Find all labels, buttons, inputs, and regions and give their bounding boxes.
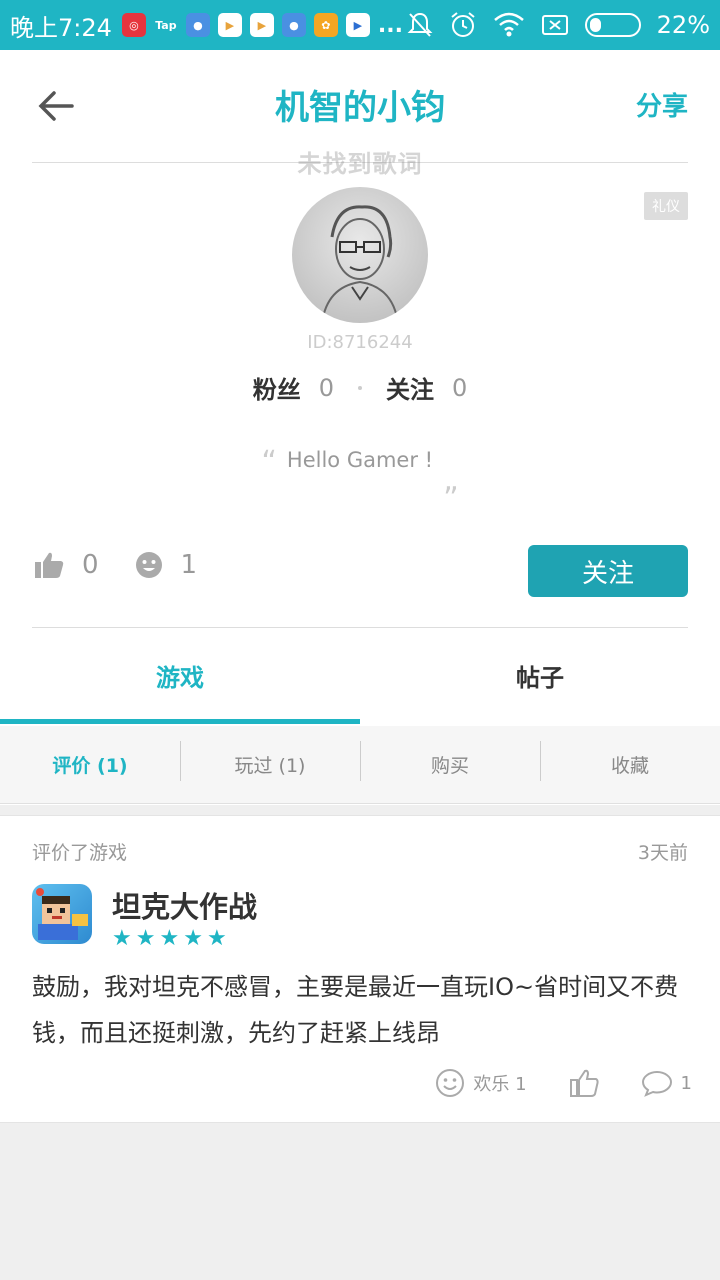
subtab-played[interactable]: 玩过 (1): [180, 741, 360, 781]
share-button[interactable]: 分享: [636, 86, 688, 123]
etiquette-badge[interactable]: 礼仪: [644, 192, 688, 220]
game-icon[interactable]: [32, 884, 92, 944]
smiles-count: 1: [180, 550, 198, 580]
more-notifications-icon: ...: [377, 12, 403, 38]
bio: “ Hello Gamer ! „: [0, 448, 720, 496]
avatar[interactable]: [292, 187, 428, 323]
play-store-icon: ▶: [249, 13, 274, 37]
page-title: 机智的小钧: [275, 88, 445, 128]
review-actions: 欢乐 1 1: [435, 1068, 692, 1098]
mute-bell-icon: [407, 12, 433, 37]
game-icon-art: [36, 888, 88, 940]
review-time: 3天前: [637, 842, 688, 864]
app-notification-icon: ●: [185, 13, 210, 37]
uc-browser-icon: ✿: [313, 13, 338, 37]
video-app-icon: ▶: [345, 13, 370, 37]
tab-games[interactable]: 游戏: [0, 628, 360, 724]
smiley-icon: [135, 552, 162, 578]
subtab-purchased[interactable]: 购买: [360, 741, 540, 781]
rating-stars: ★ ★ ★ ★ ★: [112, 926, 227, 951]
fun-count: 欢乐 1: [473, 1074, 527, 1095]
fun-reaction-button[interactable]: 欢乐 1: [435, 1068, 527, 1098]
comment-button[interactable]: 1: [641, 1069, 692, 1097]
status-bar: 晚上7:24 ◎ Tap ● ▶ ▶ ● ✿ ▶ ... 22%: [0, 0, 720, 50]
likes-count: 0: [82, 550, 99, 580]
comment-icon: [641, 1070, 672, 1097]
fans-count[interactable]: 0: [319, 374, 334, 402]
quote-close-icon: „: [443, 463, 459, 498]
lyric-overlay: 未找到歌词: [297, 150, 423, 178]
likes-group[interactable]: 0: [34, 550, 99, 580]
status-time: 晚上7:24: [10, 13, 112, 42]
netease-music-icon: ◎: [121, 13, 146, 37]
star-icon: ★: [159, 926, 180, 951]
subtab-favorites[interactable]: 收藏: [540, 741, 720, 781]
review-text: 鼓励，我对坦克不感冒，主要是最近一直玩IO~省时间又不费钱，而且还挺刺激，先约了…: [32, 973, 679, 1047]
following-count[interactable]: 0: [452, 374, 467, 402]
profile-reactions: 0 1: [34, 550, 233, 580]
thumbs-up-icon: [35, 552, 64, 578]
review-card[interactable]: 评价了游戏 3天前 坦克大作战 ★ ★ ★ ★ ★ 鼓励，我对坦克不感冒，主要是…: [0, 815, 720, 1123]
main-tabs: 游戏 帖子: [0, 628, 720, 724]
stats-separator: [358, 385, 362, 390]
play-store-icon: ▶: [217, 13, 242, 37]
smiley-outline-icon: [436, 1069, 465, 1097]
app-notification-icon: ●: [281, 13, 306, 37]
star-icon: ★: [206, 926, 227, 951]
profile-page: 机智的小钧 分享 未找到歌词 礼仪 ID:8716244 粉丝 0 关注 0 “…: [0, 50, 720, 805]
fans-label[interactable]: 粉丝: [253, 370, 301, 405]
subtab-reviews[interactable]: 评价 (1): [0, 751, 180, 778]
battery-icon: [584, 13, 641, 37]
no-sim-icon: [541, 15, 568, 35]
star-icon: ★: [112, 926, 132, 951]
follow-button[interactable]: 关注: [528, 545, 688, 597]
avatar-sketch: [321, 205, 399, 323]
follow-stats: 粉丝 0 关注 0: [0, 370, 720, 405]
game-name[interactable]: 坦克大作战: [112, 884, 257, 926]
alarm-icon: [451, 12, 475, 37]
notification-icons: ◎ Tap ● ▶ ▶ ● ✿ ▶ ...: [121, 12, 403, 38]
bio-text: Hello Gamer !: [286, 448, 434, 472]
taptap-icon: Tap: [155, 18, 177, 32]
review-action-label: 评价了游戏: [32, 842, 128, 864]
quote-open-icon: “: [261, 445, 277, 480]
following-label[interactable]: 关注: [386, 370, 434, 405]
thumbs-up-outline-icon[interactable]: [569, 1068, 599, 1098]
smiles-group[interactable]: 1: [135, 550, 198, 580]
star-icon: ★: [135, 926, 156, 951]
star-icon: ★: [183, 926, 203, 951]
comment-count: 1: [680, 1072, 692, 1094]
user-id: ID:8716244: [307, 332, 413, 353]
sub-tabs: 评价 (1) 玩过 (1) 购买 收藏: [0, 726, 720, 804]
wifi-icon: [493, 12, 524, 37]
tab-posts[interactable]: 帖子: [360, 628, 720, 724]
battery-percent: 22%: [656, 11, 710, 39]
